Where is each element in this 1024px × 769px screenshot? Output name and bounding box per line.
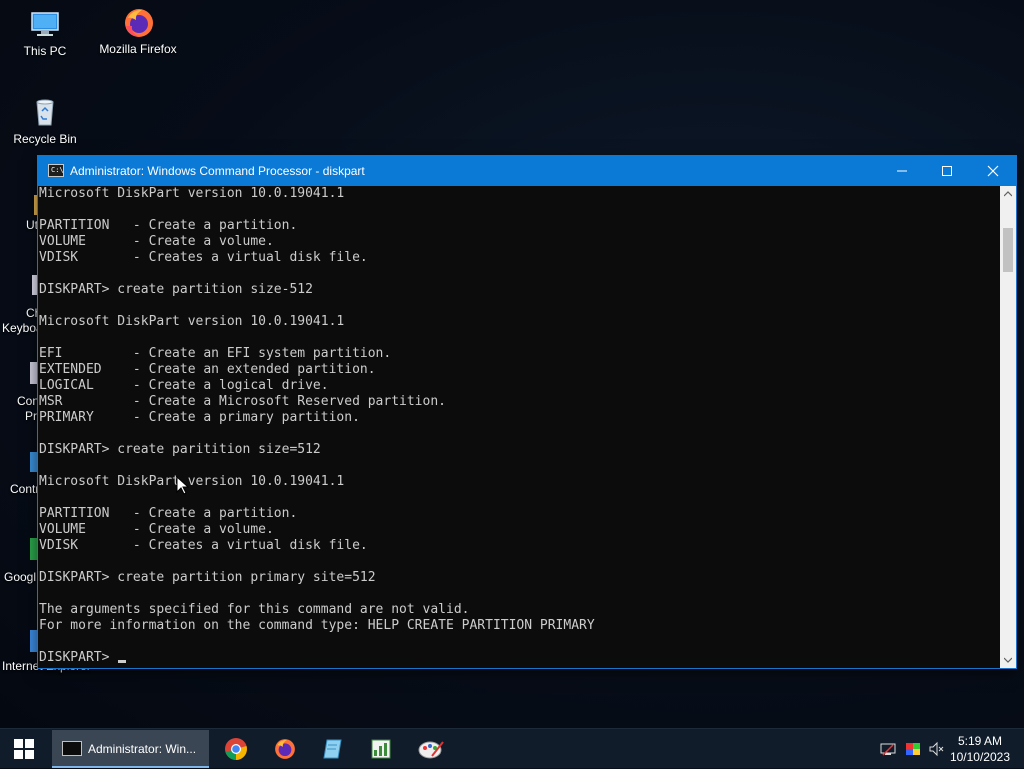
notepad-icon xyxy=(323,739,342,759)
desktop-icon-firefox[interactable]: Mozilla Firefox xyxy=(93,6,183,56)
taskbar-item-label: Administrator: Win... xyxy=(88,742,197,756)
console-line: For more information on the command type… xyxy=(39,618,595,633)
volume-muted-icon[interactable] xyxy=(929,741,945,757)
desktop-icon-recycle-bin[interactable]: Recycle Bin xyxy=(0,96,90,146)
recycle-bin-icon xyxy=(29,96,61,128)
console-line: EXTENDED - Create an extended partition. xyxy=(39,362,376,377)
desktop-icon-label: Recycle Bin xyxy=(13,132,77,146)
console-line: DISKPART> create paritition size=512 xyxy=(39,442,321,457)
minimize-button[interactable] xyxy=(879,156,925,186)
taskbar-firefox[interactable] xyxy=(262,729,308,769)
desktop-icon-this-pc[interactable]: This PC xyxy=(0,8,90,58)
scrollbar-thumb[interactable] xyxy=(1003,228,1013,272)
scroll-up-button[interactable] xyxy=(1000,186,1016,202)
console-line: DISKPART> create partition size-512 xyxy=(39,282,313,297)
close-button[interactable] xyxy=(970,156,1016,186)
taskbar-item-cmd[interactable]: Administrator: Win... xyxy=(52,730,209,768)
partial-icon-graphic xyxy=(30,362,38,384)
console-line: VOLUME - Create a volume. xyxy=(39,522,274,537)
console-line: DISKPART> create partition primary site=… xyxy=(39,570,376,585)
maximize-icon xyxy=(942,166,952,176)
chevron-down-icon xyxy=(1004,657,1012,663)
desktop-icon-label: This PC xyxy=(23,44,67,58)
partial-icon-graphic xyxy=(30,630,38,652)
partial-icon-graphic xyxy=(30,538,38,560)
console-line: Microsoft DiskPart version 10.0.19041.1 xyxy=(39,314,345,329)
console-line: DISKPART> xyxy=(38,650,1000,666)
system-clock[interactable]: 5:19 AM 10/10/2023 xyxy=(950,733,1010,765)
clock-date: 10/10/2023 xyxy=(949,750,1010,764)
start-button[interactable] xyxy=(0,729,48,769)
console-line: MSR - Create a Microsoft Reserved partit… xyxy=(39,394,446,409)
vertical-scrollbar[interactable] xyxy=(1000,186,1016,668)
taskbar-spreadsheet[interactable] xyxy=(358,729,404,769)
firefox-icon xyxy=(122,6,154,38)
taskbar-notepad[interactable] xyxy=(310,729,356,769)
title-bar[interactable]: C:\ Administrator: Windows Command Proce… xyxy=(38,156,1016,186)
partial-label: Contr xyxy=(10,482,40,496)
network-icon[interactable] xyxy=(880,741,896,757)
maximize-button[interactable] xyxy=(924,156,970,186)
firefox-icon xyxy=(275,739,295,759)
console-line: The arguments specified for this command… xyxy=(39,602,470,617)
console-output[interactable]: Microsoft DiskPart version 10.0.19041.1 P… xyxy=(38,186,1000,668)
minimize-icon xyxy=(897,170,907,172)
partial-icon-graphic xyxy=(30,452,38,472)
chevron-up-icon xyxy=(1004,191,1012,197)
console-line: VOLUME - Create a volume. xyxy=(39,234,274,249)
taskbar-paint[interactable] xyxy=(408,729,454,769)
console-line: PRIMARY - Create a primary partition. xyxy=(39,410,360,425)
partial-label: Googl xyxy=(4,570,37,584)
partial-label: Pr xyxy=(25,409,37,423)
taskbar-chrome[interactable] xyxy=(213,729,259,769)
taskbar: Administrator: Win... 5:19 AM 10/10/2023 xyxy=(0,728,1024,768)
partial-desktop-icons: Ut Ch Keyboa Con Pr Contr Googl Internet… xyxy=(0,190,91,680)
console-line: EFI - Create an EFI system partition. xyxy=(39,346,392,361)
console-line: VDISK - Creates a virtual disk file. xyxy=(39,538,368,553)
cmd-icon xyxy=(62,741,82,756)
close-icon xyxy=(987,165,999,177)
partial-label: Ut xyxy=(26,218,38,232)
paint-icon xyxy=(418,741,444,759)
windows-logo-icon xyxy=(14,739,34,759)
partial-label: Con xyxy=(17,394,40,408)
text-cursor xyxy=(118,660,127,663)
spreadsheet-icon xyxy=(371,739,391,759)
command-window[interactable]: C:\ Administrator: Windows Command Proce… xyxy=(38,156,1016,668)
computer-icon xyxy=(29,8,61,40)
console-line: PARTITION - Create a partition. xyxy=(39,506,298,521)
chrome-icon xyxy=(225,738,247,760)
scroll-down-button[interactable] xyxy=(1000,652,1016,668)
clock-time: 5:19 AM xyxy=(957,734,1002,748)
cmd-icon: C:\ xyxy=(48,164,64,177)
partial-label: Keyboa xyxy=(2,321,43,335)
console-line: VDISK - Creates a virtual disk file. xyxy=(39,250,368,265)
color-settings-icon[interactable] xyxy=(905,741,921,757)
console-line: Microsoft DiskPart version 10.0.19041.1 xyxy=(39,186,345,201)
console-line: LOGICAL - Create a logical drive. xyxy=(39,378,329,393)
window-title: Administrator: Windows Command Processor… xyxy=(70,164,365,178)
mouse-pointer-icon xyxy=(176,476,190,495)
desktop-icon-label: Mozilla Firefox xyxy=(99,42,177,56)
console-line: PARTITION - Create a partition. xyxy=(39,218,298,233)
